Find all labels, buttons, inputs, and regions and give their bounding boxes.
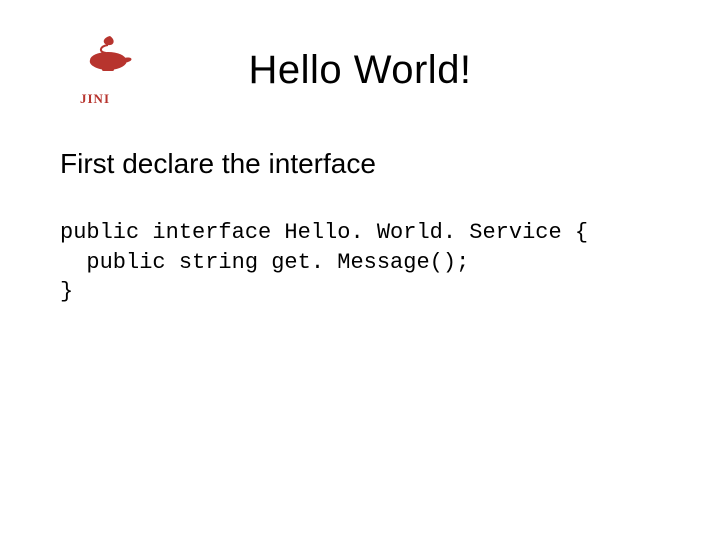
logo-text: JINI [80,91,140,107]
slide-subtitle: First declare the interface [60,148,376,180]
code-line-1: public interface Hello. World. Service { [60,220,588,245]
slide: JINI Hello World! First declare the inte… [0,0,720,540]
code-line-2: public string get. Message(); [60,250,469,275]
code-line-3: } [60,279,73,304]
slide-title: Hello World! [0,48,720,93]
code-block: public interface Hello. World. Service {… [60,218,588,307]
